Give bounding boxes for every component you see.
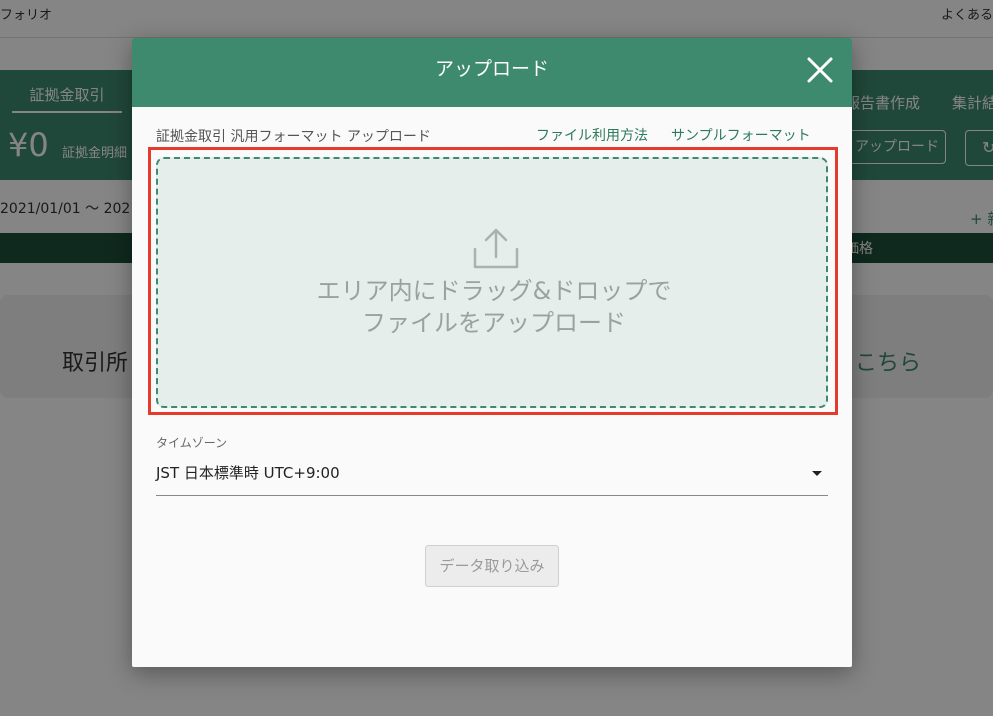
timezone-value: JST 日本標準時 UTC+9:00 <box>156 464 340 482</box>
dropdown-caret-icon <box>812 471 822 476</box>
file-dropzone[interactable]: エリア内にドラッグ&ドロップで ファイルをアップロード <box>156 157 828 408</box>
close-icon[interactable] <box>805 55 835 85</box>
timezone-select[interactable]: JST 日本標準時 UTC+9:00 <box>156 458 828 496</box>
sample-format-link[interactable]: サンプルフォーマット <box>671 125 811 145</box>
dialog-title: アップロード <box>434 58 549 80</box>
dropzone-text-line1: エリア内にドラッグ&ドロップで <box>316 277 672 305</box>
upload-dialog: アップロード 証拠金取引 汎用フォーマット アップロード ファイル利用方法 サン… <box>132 38 852 667</box>
upload-icon <box>473 228 519 269</box>
dropzone-text: エリア内にドラッグ&ドロップで ファイルをアップロード <box>158 275 830 339</box>
file-usage-link[interactable]: ファイル利用方法 <box>536 125 648 145</box>
dialog-header: アップロード <box>132 38 852 107</box>
dropzone-text-line2: ファイルをアップロード <box>362 309 626 337</box>
import-data-button[interactable]: データ取り込み <box>425 545 559 587</box>
timezone-label: タイムゾーン <box>156 436 228 450</box>
format-label: 証拠金取引 汎用フォーマット アップロード <box>156 129 431 145</box>
